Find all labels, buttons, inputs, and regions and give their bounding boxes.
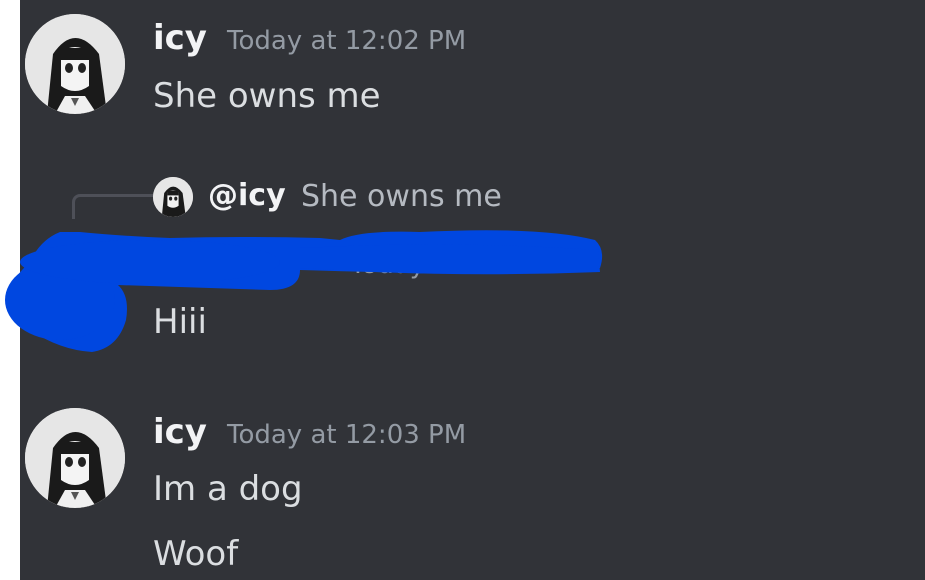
message-text: Woof	[153, 534, 239, 574]
anime-girl-avatar-icon	[25, 14, 125, 114]
message-text: She owns me	[153, 76, 381, 116]
reply-connector-line	[72, 194, 153, 219]
message-author[interactable]: icy	[153, 18, 207, 58]
avatar[interactable]	[25, 408, 125, 508]
reply-mention[interactable]: @icy	[208, 178, 286, 214]
reply-avatar[interactable]	[153, 177, 193, 217]
avatar[interactable]	[25, 14, 125, 114]
reply-preview-text[interactable]: She owns me	[301, 179, 502, 215]
message-timestamp: Today at 12:02 PM	[227, 26, 467, 56]
message-text: Hiii	[153, 302, 207, 342]
anime-girl-avatar-icon	[25, 408, 125, 508]
message-timestamp: Today at 12:03 PM	[227, 420, 467, 450]
redacted-header: Today at 12:02	[350, 250, 543, 280]
message-author[interactable]: icy	[153, 412, 207, 452]
anime-girl-avatar-icon	[153, 177, 193, 217]
chat-message-list: icy Today at 12:02 PM She owns me @icy S…	[20, 0, 925, 580]
message-text: Im a dog	[153, 469, 303, 509]
